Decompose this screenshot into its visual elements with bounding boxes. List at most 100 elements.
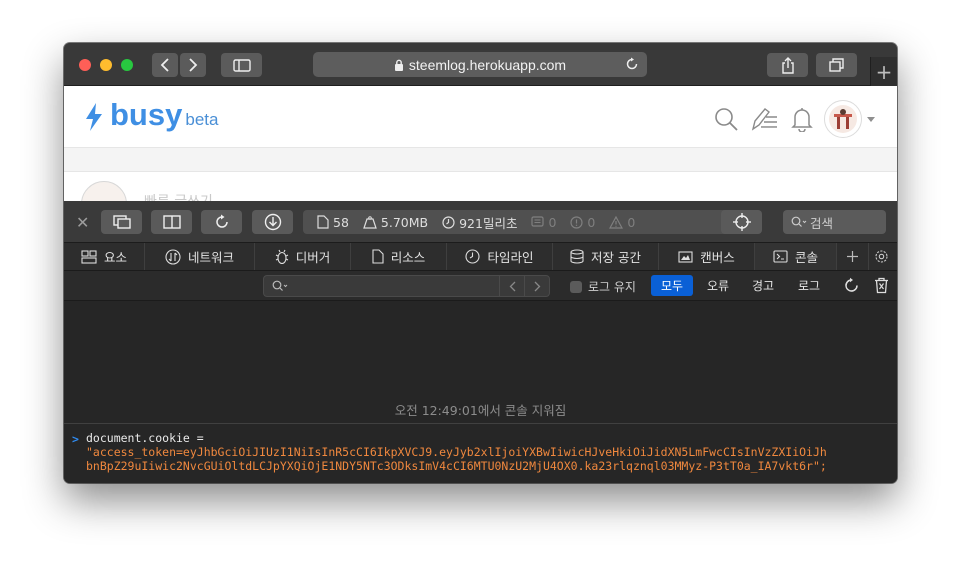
dock-side-button[interactable] (151, 210, 192, 234)
search-icon (791, 216, 807, 227)
busy-logo[interactable]: busy beta (84, 98, 218, 132)
clock-icon (442, 215, 455, 229)
new-tab-button[interactable]: + (870, 57, 897, 86)
next-match-button[interactable] (524, 275, 549, 297)
console-messages: 오전 12:49:01에서 콘솔 지워짐 (64, 301, 897, 421)
inspector-tab-bar: 요소 네트워크 디버거 리소스 타임라인 저장 공간 캔버스 콘솔 (64, 243, 897, 271)
clear-on-reload-icon[interactable] (843, 277, 860, 294)
chevron-right-icon (534, 281, 540, 291)
debugger-icon (275, 249, 288, 264)
console-result-line-1: "access_token=eyJhbGciOiJIUzI1NiIsInR5cC… (86, 445, 827, 459)
reload-icon (215, 214, 228, 228)
error-count[interactable]: 0 (570, 215, 595, 230)
level-all-button[interactable]: 모두 (651, 275, 693, 296)
write-post-icon[interactable] (750, 107, 778, 131)
browser-window: steemlog.herokuapp.com + busy beta ✕ 58 … (64, 43, 897, 483)
inspector-search-placeholder: 검색 (810, 215, 834, 231)
load-time[interactable]: 921밀리초 (442, 213, 517, 232)
tab-canvas[interactable]: 캔버스 (659, 243, 755, 270)
console-result[interactable]: "access_token=eyJhbGciOiJIUzI1NiIsInR5cC… (86, 445, 892, 473)
web-inspector: ✕ 58 5.70MB 921밀리초 0 0 0 검색 요소 네트워크 디버거 … (64, 201, 897, 483)
inspector-toolbar: ✕ 58 5.70MB 921밀리초 0 0 0 검색 (64, 201, 897, 243)
console-command[interactable]: document.cookie = (86, 431, 204, 445)
add-tab-button[interactable] (837, 243, 869, 270)
address-bar[interactable]: steemlog.herokuapp.com (313, 52, 647, 77)
detach-window-icon (112, 215, 131, 229)
level-errors-button[interactable]: 오류 (699, 275, 737, 296)
trash-icon[interactable] (874, 277, 889, 294)
back-button[interactable] (152, 53, 178, 77)
dock-side-icon (162, 215, 181, 229)
logo-text: busy (110, 97, 183, 132)
preserve-log-toggle[interactable]: 로그 유지 (570, 278, 636, 295)
console-entry: > document.cookie = "access_token=eyJhbG… (64, 423, 897, 483)
console-cleared-message: 오전 12:49:01에서 콘솔 지워짐 (394, 403, 567, 418)
chevron-left-icon (509, 281, 515, 291)
level-logs-button[interactable]: 로그 (790, 275, 828, 296)
gear-icon (874, 250, 888, 263)
avatar-image-icon (829, 105, 857, 133)
settings-button[interactable] (869, 243, 893, 270)
sidebar-toggle-button[interactable] (221, 53, 262, 77)
bell-icon[interactable] (790, 106, 814, 132)
plus-icon (847, 251, 858, 262)
reload-icon[interactable] (625, 57, 639, 71)
console-prompt-icon: > (72, 432, 79, 446)
resource-count[interactable]: 58 (317, 215, 349, 230)
minimize-window-button[interactable] (100, 59, 112, 71)
tab-debugger[interactable]: 디버거 (255, 243, 351, 270)
inspector-search-field[interactable]: 검색 (783, 210, 886, 234)
preserve-log-checkbox[interactable] (570, 280, 582, 293)
detach-inspector-button[interactable] (101, 210, 142, 234)
elements-icon (81, 249, 97, 264)
resource-size[interactable]: 5.70MB (363, 215, 428, 230)
console-filter-bar: 로그 유지 모두 오류 경고 로그 (64, 271, 897, 301)
tab-network[interactable]: 네트워크 (145, 243, 255, 270)
close-inspector-icon[interactable]: ✕ (76, 213, 89, 232)
quick-post-text[interactable]: 빠른 글쓰기 (144, 191, 234, 201)
filter-nav-arrows (499, 275, 550, 297)
weight-icon (363, 215, 377, 229)
close-window-button[interactable] (79, 59, 91, 71)
tab-storage[interactable]: 저장 공간 (553, 243, 659, 270)
log-count[interactable]: 0 (531, 215, 556, 230)
download-icon (264, 213, 281, 231)
show-tabs-button[interactable] (816, 53, 857, 77)
chevron-right-icon (189, 58, 198, 72)
element-picker-button[interactable] (721, 210, 762, 234)
quick-post-card: 빠른 글쓰기 (64, 171, 897, 201)
lock-icon (394, 59, 403, 71)
tab-timeline[interactable]: 타임라인 (447, 243, 553, 270)
title-bar: steemlog.herokuapp.com + (64, 43, 897, 86)
reload-page-button[interactable] (201, 210, 242, 234)
canvas-icon (678, 250, 693, 263)
user-menu-caret-icon[interactable] (867, 116, 875, 122)
log-message-icon (531, 215, 545, 227)
document-icon (317, 215, 329, 229)
header-actions (702, 100, 875, 138)
tab-console[interactable]: 콘솔 (755, 243, 837, 270)
filter-search-icon (272, 280, 288, 291)
user-avatar[interactable] (824, 100, 862, 138)
console-icon (773, 250, 788, 263)
storage-icon (570, 249, 584, 264)
forward-button[interactable] (180, 53, 206, 77)
tab-elements[interactable]: 요소 (64, 243, 145, 270)
page-stats: 58 5.70MB 921밀리초 0 0 0 (303, 210, 761, 234)
console-result-line-2: bnBpZ29uIiwic2NvcGUiOltdLCJpYXQiOjE1NDY5… (86, 458, 827, 473)
crosshair-icon (732, 213, 751, 231)
tab-resources[interactable]: 리소스 (351, 243, 447, 270)
tabs-overview-icon (828, 58, 844, 72)
warning-icon (609, 215, 624, 229)
site-header: busy beta (64, 86, 897, 148)
error-icon (570, 215, 584, 229)
zoom-window-button[interactable] (121, 59, 133, 71)
download-archive-button[interactable] (252, 210, 293, 234)
search-icon[interactable] (714, 107, 738, 131)
level-warnings-button[interactable]: 경고 (744, 275, 782, 296)
previous-match-button[interactable] (499, 275, 524, 297)
warning-count[interactable]: 0 (609, 215, 635, 230)
share-button[interactable] (767, 53, 808, 77)
network-icon (165, 248, 181, 265)
sidebar-icon (232, 58, 251, 72)
